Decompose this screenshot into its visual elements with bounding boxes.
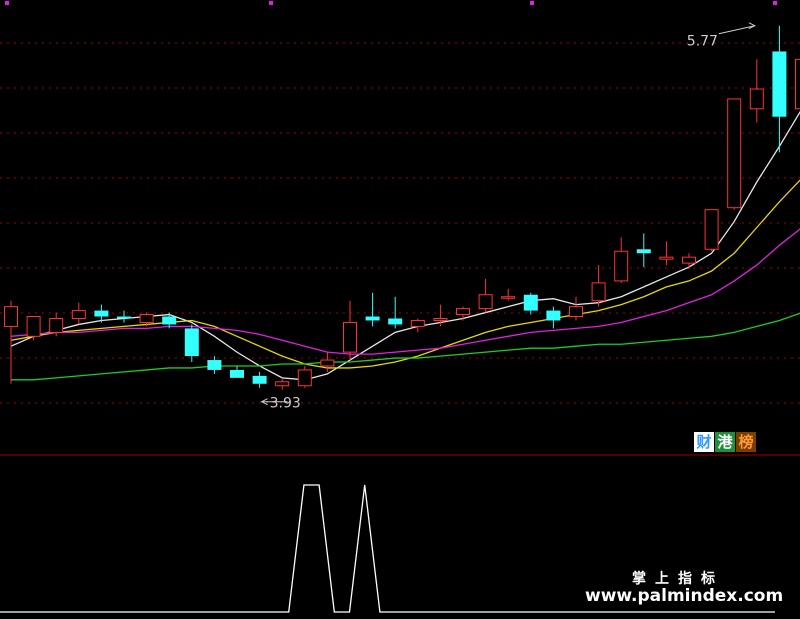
annotation-high: 5.77 — [687, 34, 718, 50]
candle-body — [275, 381, 290, 387]
candle-body — [365, 316, 380, 321]
candle-body — [139, 314, 154, 323]
candle-body — [501, 296, 516, 299]
candle — [297, 365, 312, 388]
candles — [4, 25, 800, 390]
candle-body — [591, 282, 606, 302]
candle — [4, 300, 18, 384]
candle-body — [727, 98, 742, 209]
candle — [636, 233, 651, 268]
candle-body — [410, 319, 425, 327]
candle-body — [523, 294, 538, 311]
candle — [501, 288, 516, 301]
candle — [207, 356, 222, 374]
candle — [26, 316, 41, 341]
ma-line-3 — [11, 312, 800, 381]
badge-group: 财 港 榜 — [694, 432, 756, 452]
candle-body — [320, 359, 335, 367]
ma-line-2 — [10, 228, 800, 355]
watermark-url: www.palmindex.com — [585, 586, 784, 606]
watermark-title: 掌上指标 — [632, 571, 724, 587]
candle — [614, 237, 629, 283]
badge-cai[interactable]: 财 — [694, 432, 714, 452]
badge-bang[interactable]: 榜 — [736, 432, 756, 452]
candle — [456, 306, 470, 321]
candle-body — [749, 88, 764, 110]
candle-body — [162, 316, 177, 325]
candle — [410, 318, 425, 333]
top-marker — [530, 1, 534, 5]
candle — [49, 312, 64, 337]
candle — [275, 377, 290, 390]
candle — [659, 241, 674, 266]
top-markers — [5, 1, 777, 5]
candle-body — [569, 306, 583, 318]
candle-body — [456, 308, 470, 316]
candle — [117, 310, 131, 323]
candle-body — [184, 328, 199, 357]
candle — [546, 306, 561, 329]
candle-body — [207, 360, 222, 370]
badge-gang[interactable]: 港 — [715, 432, 735, 452]
candle-body — [546, 310, 561, 321]
annotation-arrowhead — [748, 22, 756, 30]
candle — [71, 302, 86, 325]
candle-body — [343, 321, 357, 353]
candle-body — [297, 369, 312, 387]
candle-body — [4, 306, 18, 327]
candle-body — [94, 310, 109, 317]
candle-body — [26, 316, 41, 337]
candle — [365, 292, 380, 327]
candle-body — [388, 318, 403, 325]
annotation-arrow — [718, 25, 755, 35]
grid-lines — [0, 42, 800, 456]
candle-body — [704, 209, 719, 250]
candle — [230, 365, 244, 378]
candle-body — [795, 58, 800, 110]
candle — [591, 265, 606, 307]
top-marker — [5, 1, 9, 5]
candle-body — [252, 375, 267, 384]
candle — [343, 300, 357, 361]
candle-body — [659, 256, 674, 260]
candle — [749, 59, 764, 123]
candle-body — [772, 51, 787, 117]
candle — [727, 98, 742, 210]
candle — [569, 296, 583, 321]
candle-body — [230, 369, 244, 378]
candle-body — [614, 250, 629, 282]
top-marker — [269, 1, 273, 5]
candle-body — [49, 318, 64, 333]
candle — [184, 324, 199, 363]
candle — [523, 292, 538, 315]
candle-body — [71, 310, 86, 319]
candle — [795, 58, 800, 110]
candle-body — [117, 316, 131, 319]
candle-body — [478, 294, 493, 310]
moving-averages — [10, 110, 800, 381]
stock-chart: 5.77 3.93 — [0, 1, 800, 613]
candle-body — [636, 249, 651, 254]
candle — [252, 371, 267, 388]
candle — [320, 352, 335, 372]
annotation-low: 3.93 — [270, 396, 301, 412]
candle — [704, 209, 719, 252]
candle — [682, 253, 696, 270]
top-marker — [773, 1, 777, 5]
candle-body — [682, 256, 696, 264]
candle-body — [433, 318, 448, 321]
candle — [478, 278, 493, 313]
